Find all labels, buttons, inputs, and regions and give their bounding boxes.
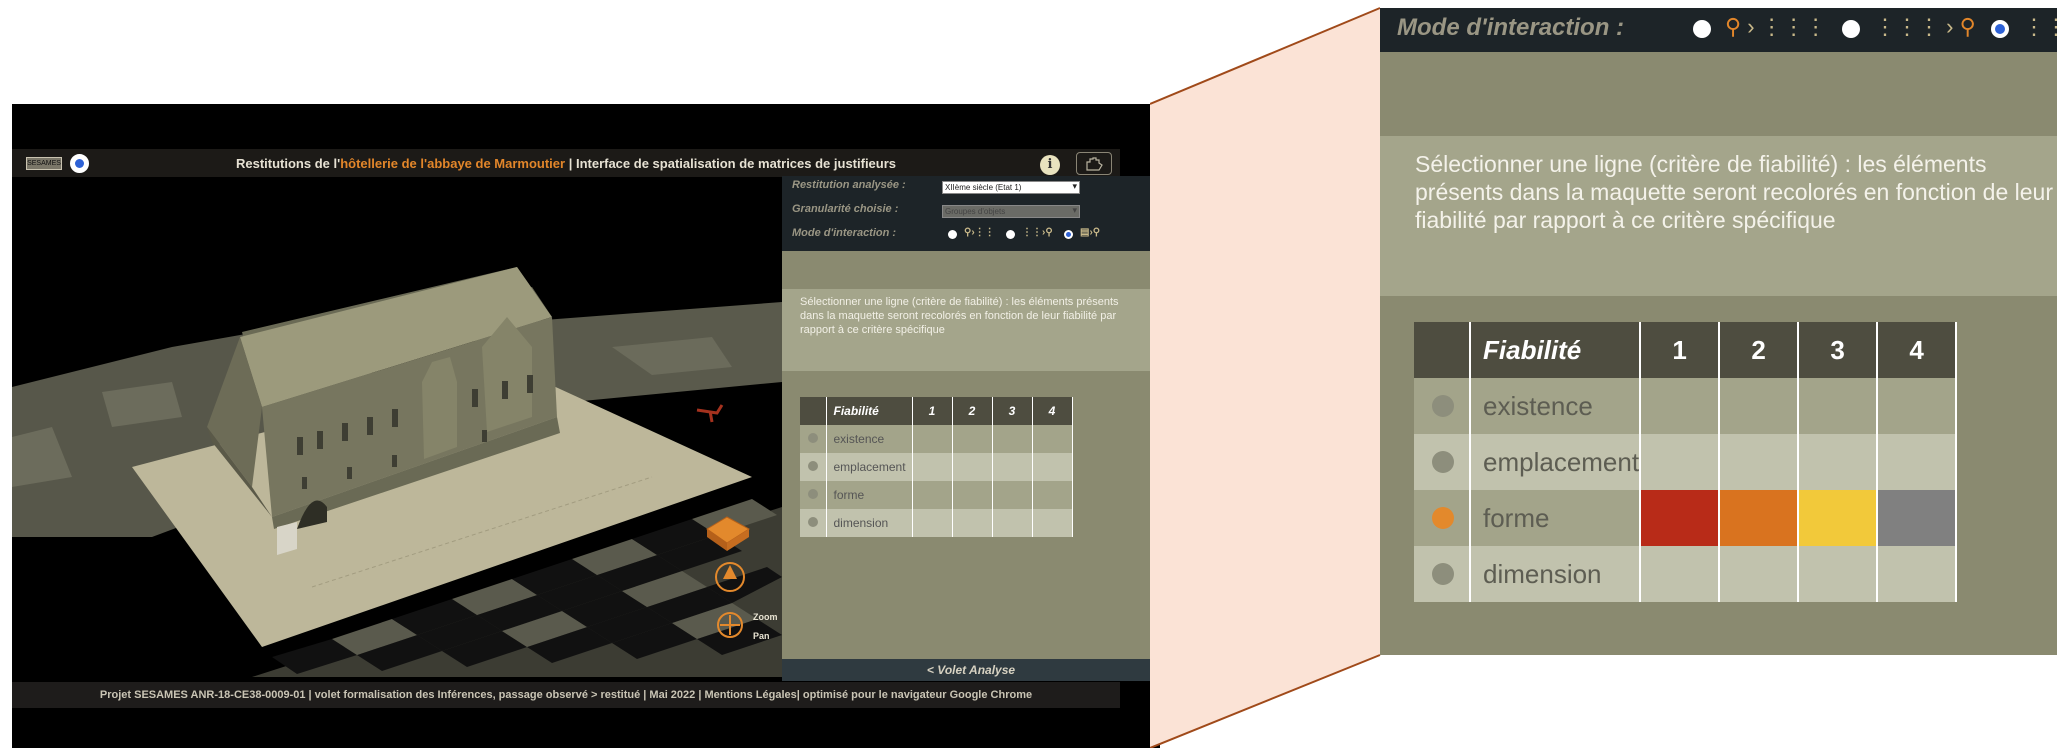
reliability-color-3 (1798, 490, 1879, 546)
row-radio-icon[interactable] (808, 461, 818, 471)
zoom-instruction-text: Sélectionner une ligne (critère de fiabi… (1415, 151, 2053, 233)
mode-radio-2[interactable] (1006, 230, 1015, 239)
row-label: dimension (1470, 546, 1642, 602)
row-label: emplacement (1470, 434, 1642, 490)
zoom-table-header: Fiabilité 1 2 3 4 (1414, 322, 1958, 378)
analysis-controls: Restitution analysée : XIIème siècle (Et… (782, 176, 1160, 251)
table-row[interactable]: existence (800, 425, 1073, 453)
zoom-mode-radio-2[interactable] (1842, 20, 1860, 38)
table-row[interactable]: emplacement (800, 453, 1073, 481)
granularity-label: Granularité choisie : (792, 203, 899, 215)
objects-to-matrix-icon: ⚲ › ⋮⋮⋮ (1725, 14, 1827, 39)
restitution-row: Restitution analysée : XIIème siècle (Et… (792, 179, 1080, 199)
table-row-existence[interactable]: existence (1414, 378, 1958, 434)
row-radio-icon[interactable] (808, 489, 818, 499)
granularity-row: Granularité choisie : Groupes d'objets (792, 203, 1080, 223)
zoom-mode-radio-1[interactable] (1693, 20, 1711, 38)
reliability-color-2 (1719, 490, 1800, 546)
row-radio-icon[interactable] (808, 517, 818, 527)
row-label: existence (1470, 378, 1642, 434)
app-footer: Projet SESAMES ANR-18-CE38-0009-01 | vol… (12, 682, 1120, 708)
row-radio-icon[interactable] (808, 433, 818, 443)
table-header: Fiabilité 1 2 3 4 (800, 397, 1073, 425)
zoomed-analysis-panel: Mode d'interaction : ⚲ › ⋮⋮⋮ ⋮⋮⋮ › ⚲ ⋮⋮ … (1380, 8, 2057, 655)
matrix-to-objects-icon: ⋮⋮⋮ › ⚲ (1874, 14, 1976, 39)
mode-label: Mode d'interaction : (792, 227, 897, 239)
zoom-connector (1150, 7, 1381, 748)
zoom-mode-bar: Mode d'interaction : ⚲ › ⋮⋮⋮ ⋮⋮⋮ › ⚲ ⋮⋮ (1380, 8, 2057, 52)
row-label: existence (826, 425, 913, 453)
reliability-mode-icon: ▤›⚲ (1080, 227, 1101, 238)
row-radio-icon[interactable] (1432, 451, 1454, 473)
hand-icon[interactable] (1076, 152, 1112, 175)
table-row-emplacement[interactable]: emplacement (1414, 434, 1958, 490)
restitution-label: Restitution analysée : (792, 179, 906, 191)
analysis-panel: Sélectionner une ligne (critère de fiabi… (782, 251, 1160, 659)
reliability-color-4 (1877, 490, 1958, 546)
table-row-dimension[interactable]: dimension (1414, 546, 1958, 602)
table-header-fiabilite: Fiabilité (826, 397, 913, 425)
zoom-reliability-table: Fiabilité 1 2 3 4 existence emplacement … (1414, 322, 1958, 602)
volet-analyse-toggle[interactable]: < Volet Analyse (782, 659, 1160, 681)
app-title: Restitutions de l'hôtellerie de l'abbaye… (235, 156, 897, 171)
granularity-select[interactable]: Groupes d'objets (942, 205, 1080, 218)
table-row[interactable]: dimension (800, 509, 1073, 537)
table-row-forme[interactable]: forme (1414, 490, 1958, 546)
mode-row: Mode d'interaction : ⚲›⋮⋮ ⋮⋮›⚲ ▤›⚲ (792, 227, 1152, 247)
row-label: dimension (826, 509, 913, 537)
table-header-fiabilite: Fiabilité (1470, 322, 1642, 378)
row-label: emplacement (826, 453, 913, 481)
objects-to-matrix-icon: ⚲›⋮⋮ (964, 227, 995, 238)
instruction-text: Sélectionner une ligne (critère de fiabi… (800, 296, 1119, 336)
info-button[interactable]: i (1040, 155, 1060, 175)
row-label: forme (826, 481, 913, 509)
row-label: forme (1470, 490, 1642, 546)
matrix-to-objects-icon: ⋮⋮›⚲ (1022, 227, 1053, 238)
zoom-mode-radio-3[interactable] (1991, 20, 2009, 38)
row-radio-icon[interactable] (1432, 395, 1454, 417)
3d-viewport[interactable]: Zoom Pan (12, 177, 782, 677)
row-radio-icon[interactable] (1432, 563, 1454, 585)
mode-radio-1[interactable] (948, 230, 957, 239)
app-header: SESAMES Restitutions de l'hôtellerie de … (12, 149, 1120, 177)
zoom-label[interactable]: Zoom (753, 612, 778, 622)
app-screenshot: SESAMES Restitutions de l'hôtellerie de … (12, 104, 1160, 748)
reliability-color-1 (1640, 490, 1721, 546)
restitution-select[interactable]: XIIème siècle (Etat 1) (942, 181, 1080, 194)
mode-radio-3[interactable] (1064, 230, 1073, 239)
reliability-table: Fiabilité 1 2 3 4 existence emplacement … (800, 397, 1073, 537)
zoom-mode-label: Mode d'interaction : (1397, 14, 1625, 41)
row-radio-selected-icon[interactable] (1432, 507, 1454, 529)
table-row[interactable]: forme (800, 481, 1073, 509)
pan-label[interactable]: Pan (753, 631, 770, 641)
reliability-mode-icon: ⋮⋮ (2023, 14, 2057, 39)
